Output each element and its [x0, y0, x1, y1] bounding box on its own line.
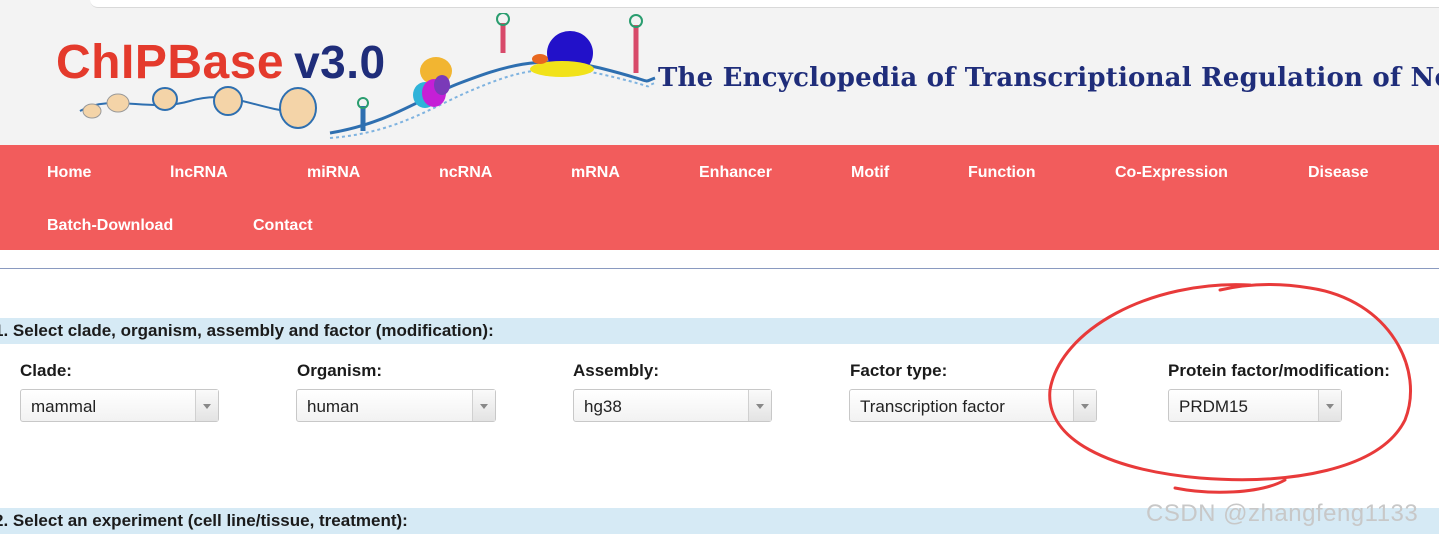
logo-version: v3.0 [294, 36, 386, 88]
clade-value: mammal [31, 397, 97, 416]
logo-name: ChIPBase [56, 36, 285, 89]
nav-function[interactable]: Function [968, 164, 1036, 182]
factor-type-label: Factor type: [850, 361, 948, 380]
nav-lncrna[interactable]: lncRNA [170, 164, 228, 182]
nav-home[interactable]: Home [47, 164, 91, 182]
nav-mirna[interactable]: miRNA [307, 164, 360, 182]
assembly-select[interactable]: hg38 [573, 389, 772, 422]
watermark: CSDN @zhangfeng1133 [1146, 500, 1419, 527]
clade-label: Clade: [20, 361, 72, 380]
nav-disease[interactable]: Disease [1308, 164, 1369, 182]
protein-factor-value: PRDM15 [1179, 397, 1248, 416]
factor-type-value: Transcription factor [860, 397, 1005, 416]
divider [0, 268, 1439, 269]
obscured-text-fragments [0, 250, 1439, 256]
site-banner: ChIPBase v3.0 The Encyclopedia of Transcr… [0, 13, 1439, 145]
chevron-down-icon [472, 390, 495, 421]
organism-select[interactable]: human [296, 389, 496, 422]
protein-factor-select[interactable]: PRDM15 [1168, 389, 1342, 422]
chevron-down-icon [195, 390, 218, 421]
clade-select[interactable]: mammal [20, 389, 219, 422]
protein-factor-label: Protein factor/modification: [1168, 361, 1390, 380]
nav-mrna[interactable]: mRNA [571, 164, 620, 182]
chevron-down-icon [1073, 390, 1096, 421]
section-1-header: 1. Select clade, organism, assembly and … [0, 318, 1439, 344]
organism-label: Organism: [297, 361, 383, 380]
nav-contact[interactable]: Contact [253, 217, 313, 235]
factor-type-select[interactable]: Transcription factor [849, 389, 1097, 422]
browser-top-strip [0, 0, 1439, 13]
nav-batch-download[interactable]: Batch-Download [47, 217, 173, 235]
chevron-down-icon [748, 390, 771, 421]
organism-value: human [307, 397, 359, 416]
site-tagline: The Encyclopedia of Transcriptional Regu… [658, 63, 1439, 93]
section-2-title: 2. Select an experiment (cell line/tissu… [0, 511, 408, 530]
nav-ncrna[interactable]: ncRNA [439, 164, 492, 182]
site-logo[interactable]: ChIPBase v3.0 [56, 35, 386, 90]
nav-enhancer[interactable]: Enhancer [699, 164, 772, 182]
assembly-label: Assembly: [573, 361, 659, 380]
section-1-title: 1. Select clade, organism, assembly and … [0, 321, 494, 340]
chevron-down-icon [1318, 390, 1341, 421]
main-nav: Home lncRNA miRNA ncRNA mRNA Enhancer Mo… [0, 145, 1439, 250]
nav-co-expression[interactable]: Co-Expression [1115, 164, 1228, 182]
nav-motif[interactable]: Motif [851, 164, 889, 182]
assembly-value: hg38 [584, 397, 622, 416]
